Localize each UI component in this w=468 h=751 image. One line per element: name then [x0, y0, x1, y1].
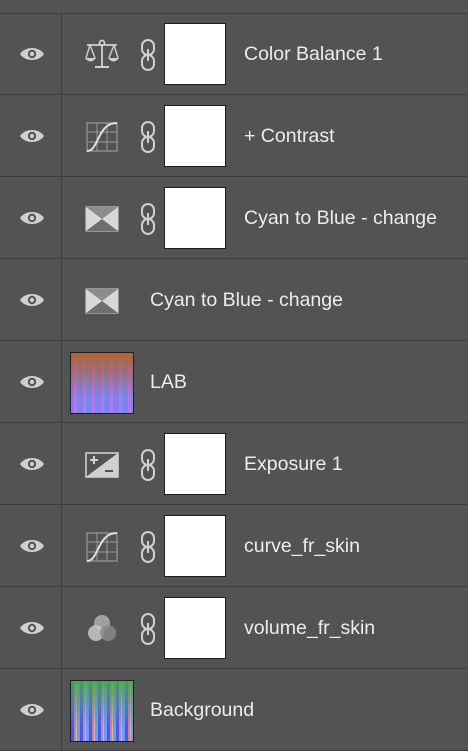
- mask-link-icon[interactable]: [138, 120, 158, 154]
- curves-icon[interactable]: [83, 528, 121, 566]
- visibility-column: [0, 96, 62, 176]
- layer-row-lab[interactable]: LAB: [0, 342, 468, 423]
- layer-name[interactable]: Color Balance 1: [244, 14, 383, 95]
- visibility-column: [0, 342, 62, 422]
- eye-icon[interactable]: [19, 45, 45, 63]
- layer-name[interactable]: curve_fr_skin: [244, 506, 360, 587]
- channel-mixer-icon[interactable]: [83, 200, 121, 238]
- eye-icon[interactable]: [19, 537, 45, 555]
- layer-row-cyan-to-blue-masked[interactable]: Cyan to Blue - change: [0, 178, 468, 259]
- layer-mask-thumbnail[interactable]: [164, 187, 226, 249]
- layer-mask-thumbnail[interactable]: [164, 597, 226, 659]
- layer-row-exposure[interactable]: Exposure 1: [0, 424, 468, 505]
- visibility-column: [0, 260, 62, 340]
- curves-icon[interactable]: [83, 118, 121, 156]
- layer-row-color-balance[interactable]: Color Balance 1: [0, 14, 468, 95]
- eye-icon[interactable]: [19, 619, 45, 637]
- layer-name[interactable]: Cyan to Blue - change: [150, 260, 343, 341]
- mask-link-icon[interactable]: [138, 530, 158, 564]
- layer-row-curve-fr-skin[interactable]: curve_fr_skin: [0, 506, 468, 587]
- eye-icon[interactable]: [19, 701, 45, 719]
- layer-row-cyan-to-blue[interactable]: Cyan to Blue - change: [0, 260, 468, 341]
- eye-icon[interactable]: [19, 373, 45, 391]
- layer-name[interactable]: volume_fr_skin: [244, 588, 375, 669]
- visibility-column: [0, 178, 62, 258]
- color-balance-icon[interactable]: [83, 36, 121, 74]
- mask-link-icon[interactable]: [138, 612, 158, 646]
- eye-icon[interactable]: [19, 455, 45, 473]
- layer-row-background[interactable]: Background: [0, 670, 468, 751]
- visibility-column: [0, 14, 62, 94]
- layer-name[interactable]: Cyan to Blue - change: [244, 178, 437, 259]
- mask-link-icon[interactable]: [138, 448, 158, 482]
- layer-image-thumbnail[interactable]: [70, 352, 134, 414]
- layer-name[interactable]: Exposure 1: [244, 424, 343, 505]
- layer-mask-thumbnail[interactable]: [164, 23, 226, 85]
- layer-row-contrast[interactable]: + Contrast: [0, 96, 468, 177]
- layer-mask-thumbnail[interactable]: [164, 515, 226, 577]
- layer-mask-thumbnail[interactable]: [164, 433, 226, 495]
- layer-name[interactable]: Background: [150, 670, 254, 751]
- panel-top-edge: [0, 0, 468, 14]
- layer-image-thumbnail[interactable]: [70, 680, 134, 742]
- visibility-column: [0, 588, 62, 668]
- channel-mixer-icon[interactable]: [83, 282, 121, 320]
- visibility-column: [0, 670, 62, 750]
- visibility-column: [0, 506, 62, 586]
- eye-icon[interactable]: [19, 209, 45, 227]
- mask-link-icon[interactable]: [138, 38, 158, 72]
- mask-link-icon[interactable]: [138, 202, 158, 236]
- visibility-column: [0, 424, 62, 504]
- eye-icon[interactable]: [19, 291, 45, 309]
- layers-panel: Color Balance 1 + Contrast Cyan to Blue …: [0, 0, 468, 751]
- layer-mask-thumbnail[interactable]: [164, 105, 226, 167]
- channel-mixer-circles-icon[interactable]: [83, 610, 121, 648]
- eye-icon[interactable]: [19, 127, 45, 145]
- layer-name[interactable]: + Contrast: [244, 96, 335, 177]
- layer-name[interactable]: LAB: [150, 342, 187, 423]
- layer-row-volume-fr-skin[interactable]: volume_fr_skin: [0, 588, 468, 669]
- exposure-icon[interactable]: [83, 446, 121, 484]
